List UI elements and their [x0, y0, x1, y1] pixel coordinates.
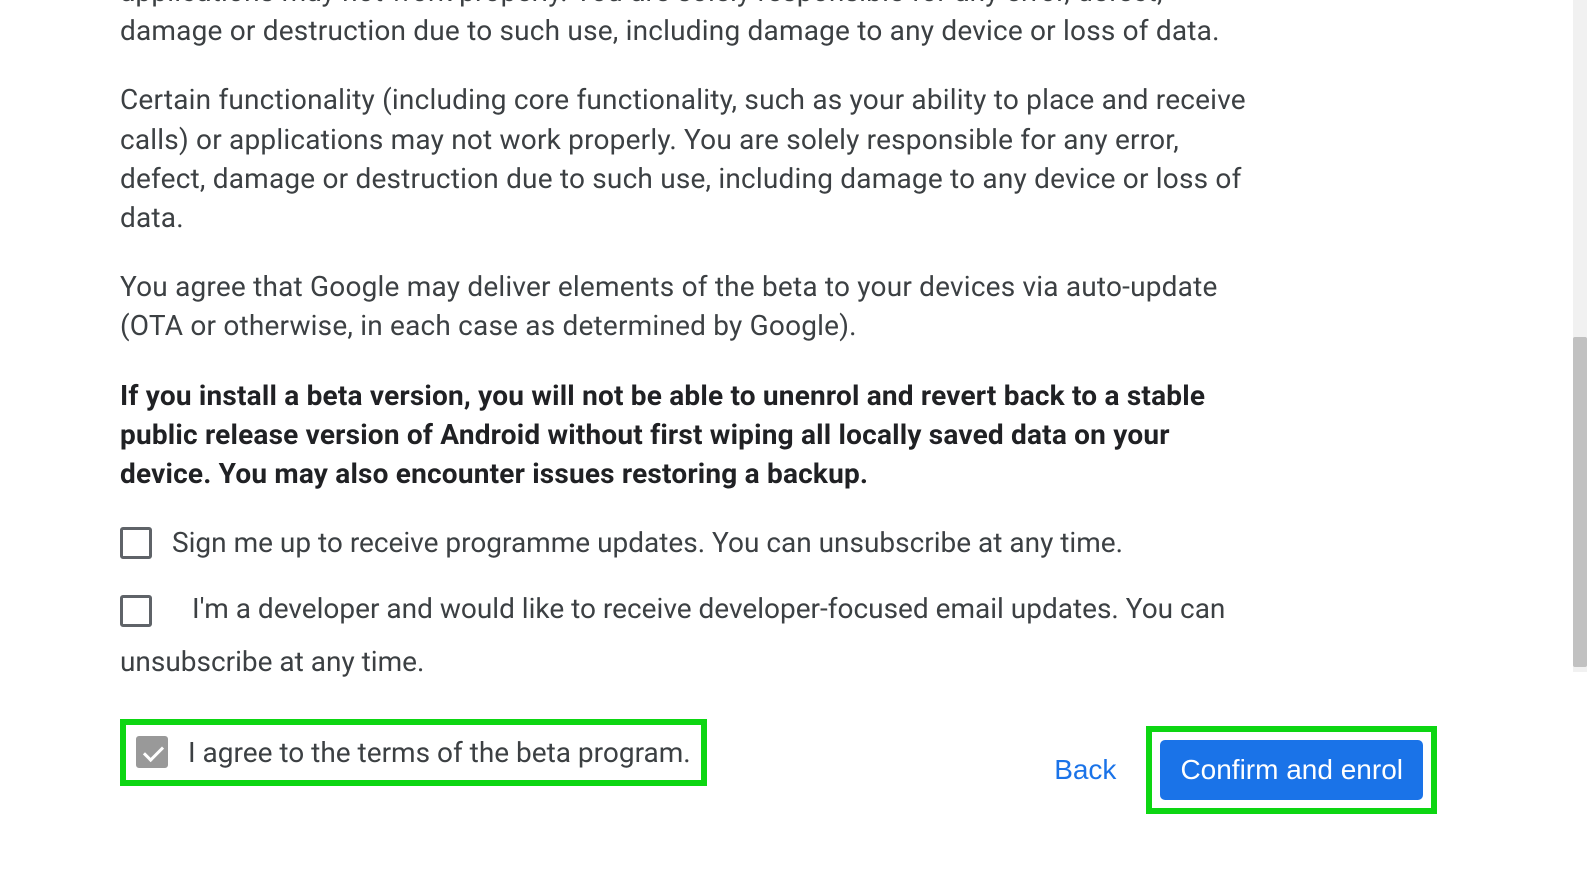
- signup-updates-checkbox[interactable]: [120, 527, 152, 559]
- back-button[interactable]: Back: [1054, 754, 1116, 786]
- agree-terms-highlight: I agree to the terms of the beta program…: [120, 719, 707, 786]
- dialog-actions: Back Confirm and enrol: [1054, 726, 1437, 814]
- developer-updates-label: I'm a developer and would like to receiv…: [120, 592, 1225, 678]
- signup-updates-row: Sign me up to receive programme updates.…: [120, 523, 1250, 562]
- terms-paragraph-ota: You agree that Google may deliver elemen…: [120, 267, 1250, 345]
- developer-updates-row: I'm a developer and would like to receiv…: [120, 582, 1250, 688]
- signup-updates-label: Sign me up to receive programme updates.…: [172, 523, 1123, 562]
- terms-paragraph-functionality: Certain functionality (including core fu…: [120, 80, 1250, 237]
- developer-updates-checkbox[interactable]: [120, 595, 152, 627]
- agree-terms-checkbox[interactable]: [136, 736, 168, 768]
- confirm-enrol-button[interactable]: Confirm and enrol: [1160, 740, 1423, 800]
- terms-content: applications may not work properly. You …: [0, 0, 1370, 786]
- scrollbar-thumb[interactable]: [1573, 337, 1587, 667]
- agree-terms-label: I agree to the terms of the beta program…: [188, 733, 691, 772]
- terms-paragraph-warning: If you install a beta version, you will …: [120, 376, 1250, 494]
- terms-paragraph-partial: applications may not work properly. You …: [120, 0, 1250, 50]
- confirm-button-highlight: Confirm and enrol: [1146, 726, 1437, 814]
